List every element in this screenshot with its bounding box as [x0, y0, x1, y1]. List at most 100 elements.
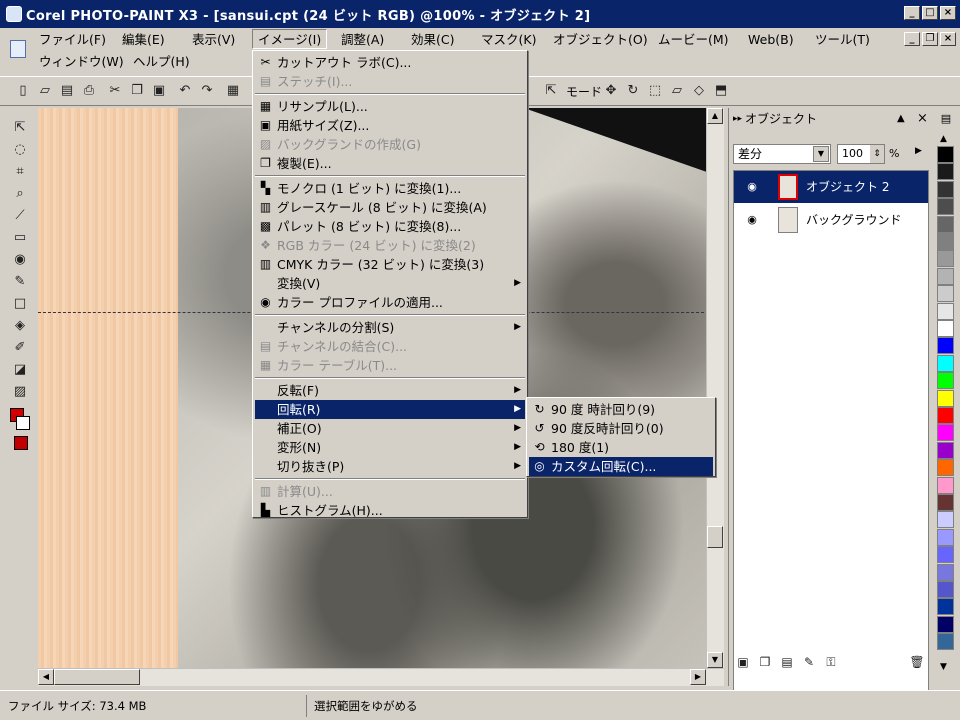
opacity-input[interactable]: 100 ⇕ — [837, 144, 885, 164]
scroll-down-icon[interactable]: ▼ — [707, 652, 723, 668]
close-icon[interactable]: × — [940, 6, 956, 20]
delete-object-icon[interactable]: 🗑 — [907, 652, 927, 672]
menu-image[interactable]: イメージ(I) — [252, 29, 328, 49]
color-swatch[interactable] — [937, 633, 954, 651]
panel-flyout-icon[interactable]: ▶ — [915, 146, 922, 156]
menu-effects[interactable]: 効果(C) — [406, 30, 459, 50]
menu-tools[interactable]: ツール(T) — [810, 30, 875, 50]
image-menu-item[interactable]: ▩ パレット (8 ビット) に変換(8)... — [255, 217, 525, 236]
background-color-swatch[interactable] — [16, 416, 30, 430]
chevron-down-icon[interactable]: ▼ — [813, 146, 829, 162]
rotate-menu-item[interactable]: ⟲ 180 度(1) — [529, 438, 713, 457]
color-swatch[interactable] — [937, 598, 954, 616]
lock-object-icon[interactable]: ⚿ — [821, 652, 841, 672]
fill-tool-icon[interactable]: ◈ — [10, 316, 30, 336]
layer-row-background[interactable]: ◉ バックグラウンド — [734, 204, 928, 236]
image-menu-item[interactable]: ❐ 複製(E)... — [255, 154, 525, 173]
new-object-icon[interactable]: ▣ — [733, 652, 753, 672]
open-file-icon[interactable]: ▱ — [36, 82, 54, 100]
vertical-scroll-thumb[interactable] — [707, 526, 723, 548]
menu-object[interactable]: オブジェクト(O) — [548, 30, 653, 50]
brush-tool-icon[interactable]: ✐ — [10, 338, 30, 358]
image-menu-item[interactable]: 変形(N) ▶ — [255, 438, 525, 457]
eraser-tool-icon[interactable]: ▭ — [10, 228, 30, 248]
paste-icon[interactable]: ▣ — [150, 82, 168, 100]
scroll-left-icon[interactable]: ◀ — [38, 669, 54, 685]
pick-tool-icon[interactable]: ⇱ — [10, 118, 30, 138]
color-swatch[interactable] — [937, 407, 954, 424]
rotate-menu-item[interactable]: ↺ 90 度反時計回り(0) — [529, 419, 713, 438]
color-swatch[interactable] — [937, 320, 954, 337]
menu-adjust[interactable]: 調整(A) — [336, 30, 389, 50]
rotate-menu-item[interactable]: ↻ 90 度 時計回り(9) — [529, 400, 713, 419]
redeye-tool-icon[interactable]: ◉ — [10, 250, 30, 270]
scroll-up-icon[interactable]: ▲ — [707, 108, 723, 124]
color-swatch[interactable] — [937, 146, 954, 163]
color-swatch[interactable] — [937, 511, 954, 529]
color-swatch[interactable] — [937, 563, 954, 581]
color-swatch[interactable] — [937, 250, 954, 268]
image-menu-item[interactable]: ▦ リサンプル(L)... — [255, 97, 525, 116]
color-swatch[interactable] — [937, 476, 954, 494]
clone-tool-icon[interactable]: ✎ — [10, 272, 30, 292]
image-menu-item[interactable]: ▚ モノクロ (1 ビット) に変換(1)... — [255, 179, 525, 198]
menu-window[interactable]: ウィンドウ(W) — [34, 52, 129, 72]
image-menu-item[interactable]: 反転(F) ▶ — [255, 381, 525, 400]
app-icon[interactable] — [6, 6, 22, 22]
move-icon[interactable]: ✥ — [602, 82, 620, 100]
scroll-right-icon[interactable]: ▶ — [690, 669, 706, 685]
color-swatch[interactable] — [937, 215, 954, 233]
menu-movie[interactable]: ムービー(M) — [653, 30, 734, 50]
visibility-eye-icon[interactable]: ◉ — [744, 171, 760, 203]
color-swatch[interactable] — [937, 198, 954, 216]
palette-menu-icon[interactable]: ▤ — [937, 112, 955, 130]
layer-row-object-2[interactable]: ◉ オブジェクト 2 — [734, 171, 928, 203]
menu-mask[interactable]: マスク(K) — [476, 30, 541, 50]
shadow-tool-icon[interactable]: ◪ — [10, 360, 30, 380]
color-swatch[interactable] — [937, 372, 954, 390]
image-menu-item[interactable]: ▙ ヒストグラム(H)... — [255, 501, 525, 520]
doc-restore-icon[interactable]: ❐ — [922, 32, 938, 46]
color-swatch[interactable] — [937, 163, 954, 181]
rotate-tool-icon[interactable]: ↻ — [624, 82, 642, 100]
redo-icon[interactable]: ↷ — [198, 82, 216, 100]
horizontal-scroll-thumb[interactable] — [54, 669, 140, 685]
visibility-eye-icon[interactable]: ◉ — [744, 204, 760, 236]
palette-scroll-down-icon[interactable]: ▼ — [940, 662, 947, 672]
rectangle-tool-icon[interactable]: □ — [10, 294, 30, 314]
color-swatch[interactable] — [937, 528, 954, 546]
mask-tool-icon[interactable]: ◌ — [10, 140, 30, 160]
docker-options-icon[interactable]: ▲ — [897, 108, 905, 130]
doc-minimize-icon[interactable]: _ — [904, 32, 920, 46]
skew-icon[interactable]: ▱ — [668, 82, 686, 100]
vertical-scrollbar[interactable]: ▲ ▼ — [706, 108, 724, 668]
color-swatch[interactable] — [937, 285, 954, 303]
docker-close-icon[interactable]: × — [917, 108, 928, 130]
copy-icon[interactable]: ❐ — [128, 82, 146, 100]
new-file-icon[interactable]: ▯ — [14, 82, 32, 100]
image-menu-item[interactable]: ◉ カラー プロファイルの適用... — [255, 293, 525, 312]
color-swatch[interactable] — [937, 233, 954, 250]
undo-icon[interactable]: ↶ — [176, 82, 194, 100]
image-menu-item[interactable]: ▣ 用紙サイズ(Z)... — [255, 116, 525, 135]
horizontal-scrollbar[interactable]: ◀ ▶ — [38, 668, 724, 686]
color-swatch[interactable] — [937, 581, 954, 598]
menu-help[interactable]: ヘルプ(H) — [128, 52, 195, 72]
image-menu-item[interactable]: ✂ カットアウト ラボ(C)... — [255, 53, 525, 72]
image-menu-item[interactable]: チャンネルの分割(S) ▶ — [255, 318, 525, 337]
image-menu-item[interactable]: 変換(V) ▶ — [255, 274, 525, 293]
blend-mode-select[interactable]: 差分 ▼ — [733, 144, 831, 164]
color-swatch[interactable] — [937, 354, 954, 372]
scale-icon[interactable]: ⬚ — [646, 82, 664, 100]
perspective-icon[interactable]: ⬒ — [712, 82, 730, 100]
color-swatch[interactable] — [937, 441, 954, 459]
distort-icon[interactable]: ◇ — [690, 82, 708, 100]
color-swatch[interactable] — [937, 267, 954, 285]
rotate-menu-item[interactable]: ◎ カスタム回転(C)... — [529, 457, 713, 476]
color-swatch[interactable] — [937, 546, 954, 564]
cut-icon[interactable]: ✂ — [106, 82, 124, 100]
doc-close-icon[interactable]: × — [940, 32, 956, 46]
palette-scroll-up-icon[interactable]: ▲ — [940, 134, 947, 144]
color-swatch[interactable] — [937, 389, 954, 407]
image-menu-item[interactable]: 補正(O) ▶ — [255, 419, 525, 438]
